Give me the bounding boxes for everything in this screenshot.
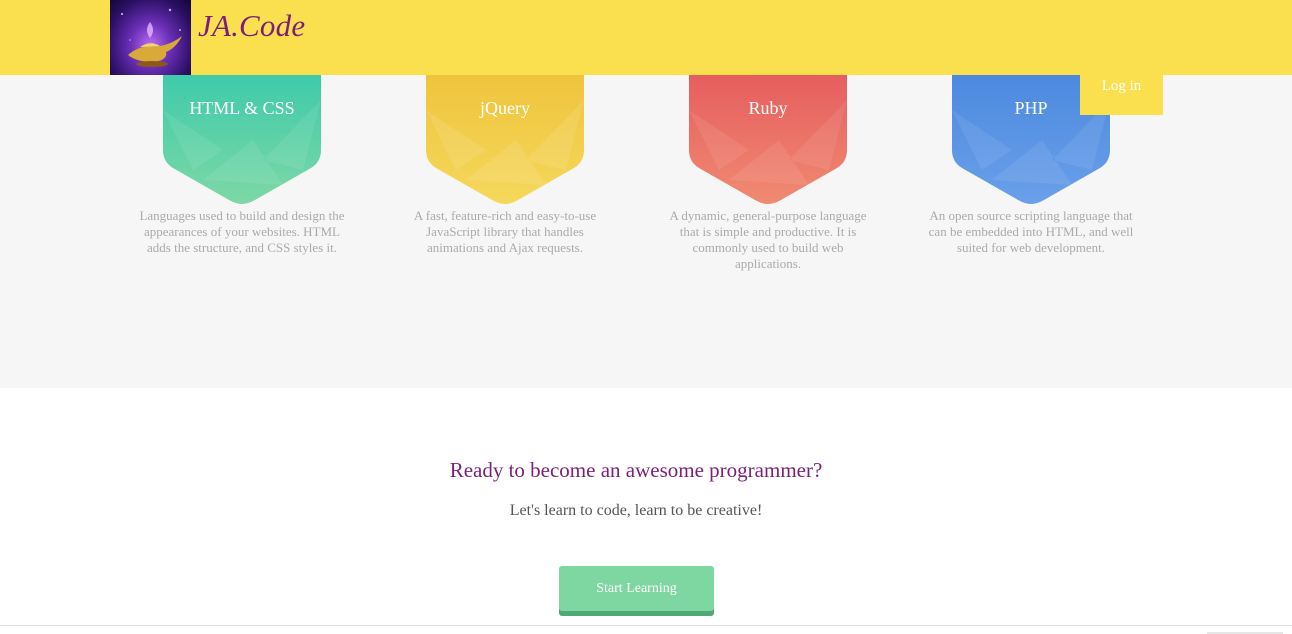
language-title: jQuery <box>480 98 530 118</box>
language-title: HTML & CSS <box>189 98 295 118</box>
cta-title: Ready to become an awesome programmer? <box>449 458 823 482</box>
language-description: A dynamic, general-purpose language that… <box>669 208 867 271</box>
divider <box>0 625 1292 626</box>
magic-lamp-icon[interactable] <box>110 0 191 75</box>
page: HTML & CSS Languages used to build and d… <box>0 0 1292 634</box>
language-description: Languages used to build and design the a… <box>139 208 345 255</box>
login-button[interactable]: Log in <box>1080 57 1163 115</box>
languages-section: HTML & CSS Languages used to build and d… <box>0 16 1292 388</box>
cta-subtitle: Let's learn to code, learn to be creativ… <box>509 502 763 519</box>
language-description: An open source scripting language that c… <box>928 208 1134 255</box>
brand-name[interactable]: JA.Code <box>198 8 305 44</box>
start-learning-button[interactable]: Start Learning <box>559 566 714 611</box>
language-description: A fast, feature-rich and easy-to-use Jav… <box>413 208 597 255</box>
language-title: Ruby <box>748 98 788 118</box>
